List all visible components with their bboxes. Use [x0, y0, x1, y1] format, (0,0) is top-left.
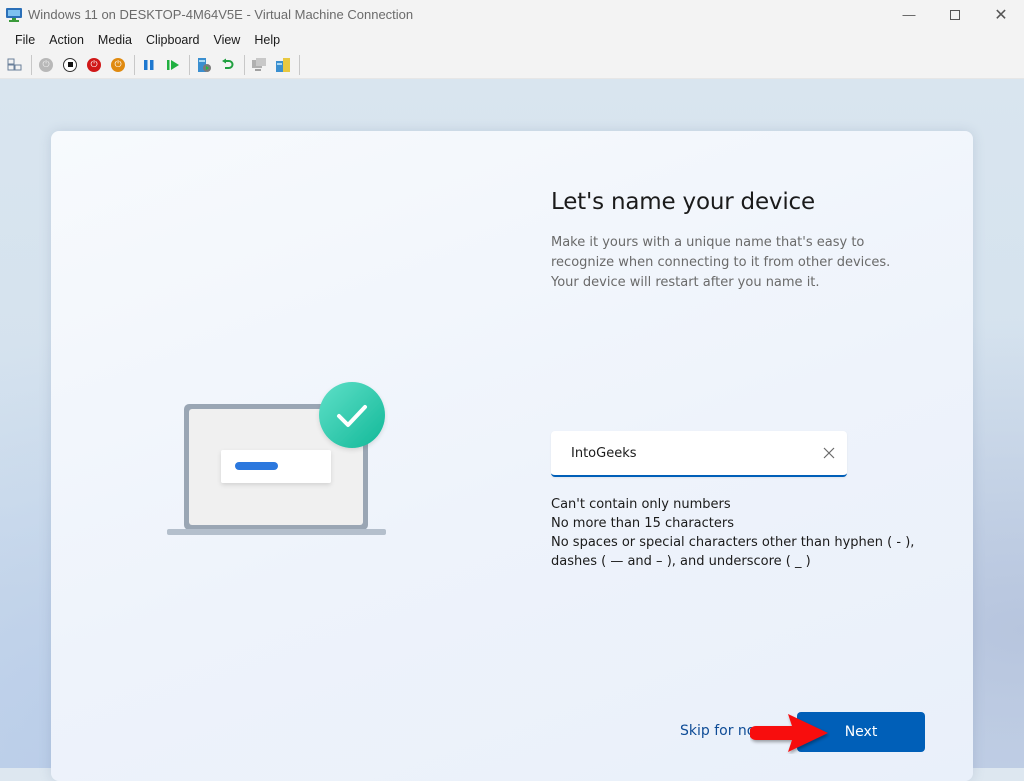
- ctrl-alt-del-button[interactable]: [4, 54, 26, 76]
- device-name-input[interactable]: [571, 443, 811, 463]
- clear-input-button[interactable]: [819, 443, 839, 463]
- share-icon: [276, 57, 290, 72]
- save-icon: ⏻: [111, 57, 125, 72]
- menu-media[interactable]: Media: [91, 33, 139, 47]
- toolbar-separator: [189, 54, 190, 75]
- vm-display: Let's name your device Make it yours wit…: [0, 79, 1024, 781]
- checkpoint-icon: [198, 57, 211, 72]
- minimize-button[interactable]: —: [886, 0, 932, 29]
- toolbar-separator: [31, 54, 32, 75]
- menu-bar: File Action Media Clipboard View Help: [0, 29, 1024, 51]
- rule-item: Can't contain only numbers: [551, 497, 731, 512]
- ctrl-alt-del-icon: [7, 58, 22, 70]
- vm-connection-icon: [6, 7, 22, 22]
- enhanced-session-button[interactable]: [248, 54, 270, 76]
- name-rules: Can't contain only numbers No more than …: [551, 495, 914, 571]
- revert-icon: [222, 58, 234, 69]
- page-title: Let's name your device: [551, 189, 815, 215]
- save-button[interactable]: ⏻: [107, 54, 129, 76]
- close-icon: [823, 447, 835, 459]
- turn-off-icon: [63, 57, 77, 72]
- menu-view[interactable]: View: [206, 33, 247, 47]
- toolbar-separator: [244, 54, 245, 75]
- pause-button[interactable]: [138, 54, 160, 76]
- rule-item: No spaces or special characters other th…: [551, 535, 915, 550]
- menu-action[interactable]: Action: [42, 33, 91, 47]
- reset-icon: [167, 59, 179, 70]
- menu-file[interactable]: File: [8, 33, 42, 47]
- start-icon: ⏻: [39, 57, 53, 72]
- checkpoint-button[interactable]: [193, 54, 215, 76]
- share-button[interactable]: [272, 54, 294, 76]
- shutdown-button[interactable]: ⏻: [83, 54, 105, 76]
- enhanced-session-icon: [252, 57, 266, 71]
- reset-button[interactable]: [162, 54, 184, 76]
- rule-item: dashes ( — and – ), and underscore ( _ ): [551, 554, 811, 569]
- rule-item: No more than 15 characters: [551, 516, 734, 531]
- annotation-arrow: [749, 712, 830, 759]
- minimize-icon: —: [902, 7, 916, 22]
- toolbar: ⏻ ⏻ ⏻: [0, 51, 1024, 79]
- start-button[interactable]: ⏻: [35, 54, 57, 76]
- maximize-button[interactable]: [932, 0, 978, 29]
- turn-off-button[interactable]: [59, 54, 81, 76]
- pause-icon: [144, 59, 154, 70]
- toolbar-separator: [299, 54, 300, 75]
- menu-clipboard[interactable]: Clipboard: [139, 33, 207, 47]
- close-button[interactable]: ✕: [978, 0, 1024, 29]
- revert-button[interactable]: [217, 54, 239, 76]
- menu-help[interactable]: Help: [247, 33, 287, 47]
- title-bar: Windows 11 on DESKTOP-4M64V5E - Virtual …: [0, 0, 1024, 29]
- laptop-check-illustration: [166, 381, 388, 539]
- toolbar-separator: [134, 54, 135, 75]
- window-title: Windows 11 on DESKTOP-4M64V5E - Virtual …: [28, 7, 414, 22]
- oobe-card: Let's name your device Make it yours wit…: [51, 131, 973, 781]
- close-icon: ✕: [994, 6, 1008, 24]
- device-name-field[interactable]: [551, 431, 847, 477]
- maximize-icon: [950, 9, 960, 20]
- shutdown-icon: ⏻: [87, 57, 101, 72]
- page-description: Make it yours with a unique name that's …: [551, 235, 891, 290]
